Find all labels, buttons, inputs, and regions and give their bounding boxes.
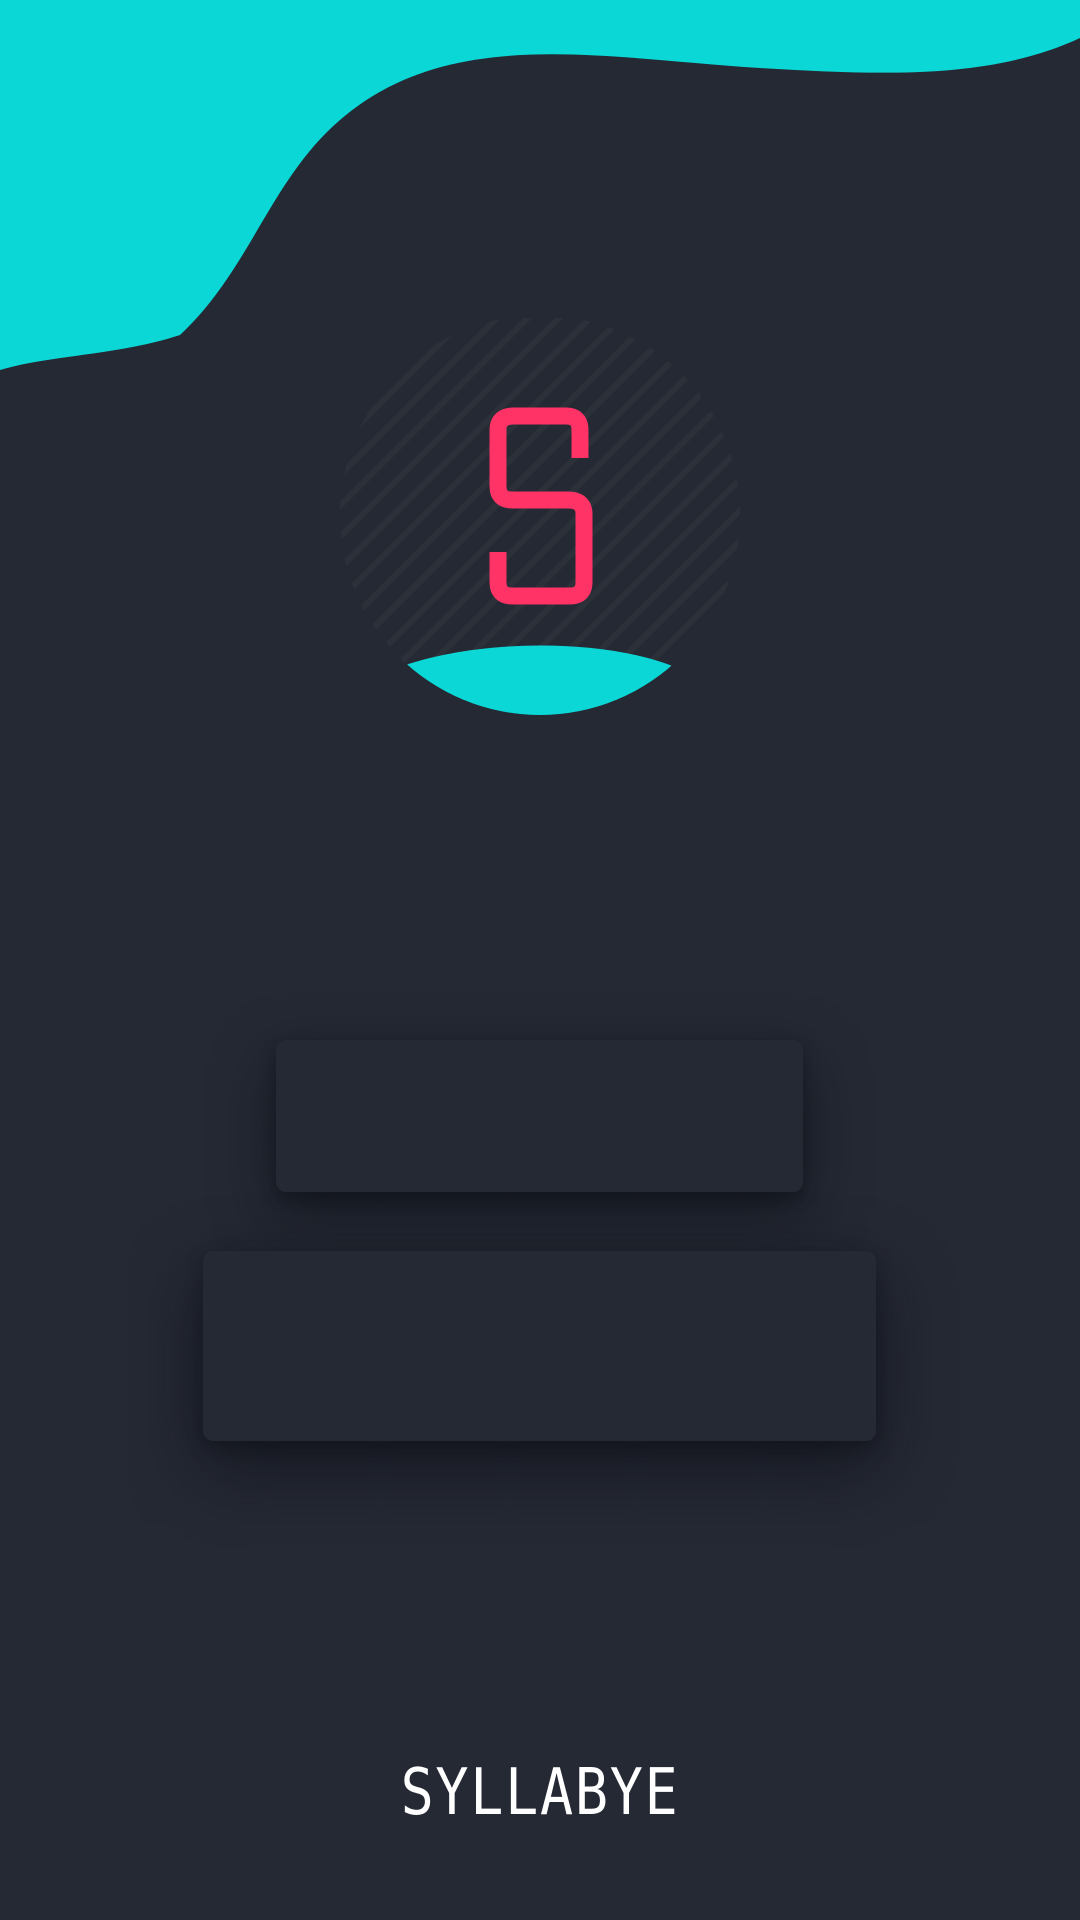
card-bottom[interactable] — [203, 1251, 876, 1441]
splash-screen: SYLLABYE — [0, 0, 1080, 1920]
card-top[interactable] — [276, 1040, 803, 1192]
badge-teal-crescent — [397, 645, 677, 715]
s-logo-icon — [489, 407, 593, 605]
brand-wordmark: SYLLABYE — [400, 1756, 680, 1830]
